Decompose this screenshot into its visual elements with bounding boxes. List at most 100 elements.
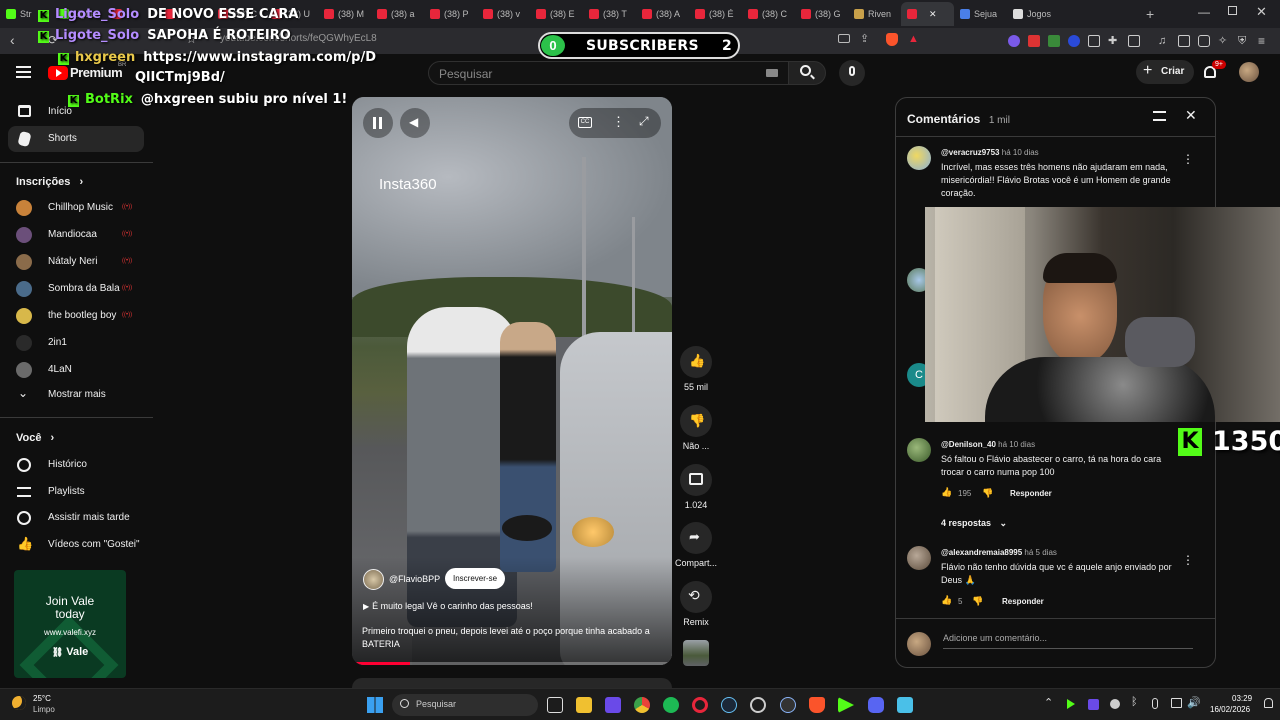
tab-close-icon[interactable]: ✕ — [929, 9, 937, 20]
minimize-button[interactable]: — — [1198, 5, 1210, 19]
wallet-icon[interactable] — [1198, 35, 1210, 47]
sidebar-item-subscription[interactable]: Sombra da Bala ((•)) — [8, 276, 144, 302]
tray-icon[interactable] — [1110, 699, 1120, 709]
sidebar-item-shorts[interactable]: Shorts — [8, 126, 144, 152]
app-icon[interactable] — [780, 697, 796, 713]
share-page-icon[interactable]: ⇪ — [860, 32, 869, 45]
browser-tab[interactable]: ✕ — [901, 2, 954, 26]
notifications-button[interactable]: 9+ — [1202, 60, 1226, 82]
comment-author[interactable]: @alexandremaia8995 há 5 dias — [941, 548, 1057, 557]
discord-icon[interactable] — [868, 697, 884, 713]
like-button[interactable]: 👍 — [680, 346, 712, 378]
sidebar-item-subscription[interactable]: 2in1 — [8, 330, 144, 356]
taskbar-search[interactable]: Pesquisar — [392, 694, 538, 716]
bluetooth-icon[interactable]: ᛒ — [1131, 696, 1138, 708]
comment-menu-icon[interactable]: ⋮ — [1182, 553, 1194, 567]
clock-date[interactable]: 16/02/2026 — [1210, 705, 1250, 714]
video-progress-track[interactable] — [352, 662, 672, 665]
sidebar-item-subscription[interactable]: 4LaN — [8, 357, 144, 383]
browser-tab[interactable]: (38) É — [689, 2, 742, 26]
chrome-icon[interactable] — [634, 697, 650, 713]
browser-tab[interactable]: (38) A — [636, 2, 689, 26]
puzzle-icon[interactable]: ✚ — [1108, 35, 1117, 47]
back-icon[interactable]: ‹ — [10, 32, 15, 48]
microphone-icon[interactable] — [1152, 698, 1158, 709]
search-input[interactable]: Pesquisar — [428, 61, 790, 85]
share-button[interactable]: ➦ — [680, 522, 712, 554]
screen-cast-icon[interactable] — [838, 34, 850, 43]
sort-icon[interactable] — [1153, 111, 1166, 121]
extension-icon[interactable] — [1088, 35, 1100, 47]
tray-icon[interactable] — [1088, 699, 1099, 710]
notification-bell-icon[interactable] — [1264, 698, 1273, 708]
fullscreen-icon[interactable]: ⤢ — [639, 114, 649, 129]
browser-tab[interactable]: Riven — [848, 2, 901, 26]
opera-icon[interactable] — [692, 697, 708, 713]
replies-toggle[interactable]: 4 respostas ⌄ — [941, 518, 1007, 529]
extension-icon[interactable] — [1008, 35, 1020, 47]
browser-tab[interactable]: (38) G — [795, 2, 848, 26]
sidebar-item-liked-videos[interactable]: 👍 Vídeos com "Gostei" — [8, 532, 144, 558]
comments-button[interactable] — [680, 464, 712, 496]
comment-author[interactable]: @Denilson_40 há 10 dias — [941, 440, 1035, 449]
sidebar-item-history[interactable]: Histórico — [8, 452, 144, 478]
sidebar-item-subscription[interactable]: Nátaly Neri ((•)) — [8, 249, 144, 275]
remix-button[interactable]: ⟲ — [680, 581, 712, 613]
brave-shield-icon[interactable] — [886, 33, 898, 46]
network-icon[interactable] — [1171, 698, 1182, 708]
channel-name[interactable]: @FlavioBPP — [389, 574, 440, 584]
menu-icon[interactable]: ≡ — [1258, 35, 1265, 47]
app-grid-icon[interactable] — [605, 697, 621, 713]
sidebar-item-subscription[interactable]: the bootleg boy ((•)) — [8, 303, 144, 329]
brave-icon[interactable] — [809, 697, 825, 713]
tray-icon[interactable] — [1067, 699, 1075, 709]
spotify-icon[interactable] — [663, 697, 679, 713]
browser-tab[interactable]: (38) v — [477, 2, 530, 26]
maximize-button[interactable] — [1228, 6, 1237, 15]
clock-time[interactable]: 03:29 — [1232, 694, 1252, 703]
show-more-button[interactable]: ⌄ Mostrar mais — [8, 382, 144, 408]
thumbs-down-icon[interactable]: 👎 — [982, 488, 993, 499]
thumbs-down-icon[interactable]: 👎 — [972, 596, 983, 607]
new-tab-button[interactable]: + — [1146, 6, 1154, 22]
vpn-icon[interactable]: ⛨ — [1238, 35, 1246, 47]
add-comment-input[interactable]: Adicione um comentário... — [943, 633, 1193, 649]
youtube-logo[interactable] — [48, 66, 68, 80]
captions-icon[interactable]: CC — [578, 117, 592, 128]
volume-button[interactable]: ◀ — [400, 108, 430, 138]
browser-tab[interactable]: Jogos — [1007, 2, 1060, 26]
account-avatar[interactable] — [1239, 62, 1259, 82]
close-icon[interactable]: ✕ — [1185, 107, 1197, 124]
windows-start-icon[interactable] — [367, 697, 383, 713]
subscriptions-heading[interactable]: Inscrições › — [16, 176, 83, 188]
reply-button[interactable]: Responder — [1002, 597, 1044, 606]
extension-icon[interactable] — [1028, 35, 1040, 47]
browser-tab[interactable]: (38) P — [424, 2, 477, 26]
comment-avatar[interactable] — [907, 546, 931, 570]
browser-tab[interactable]: (38) E — [530, 2, 583, 26]
file-explorer-icon[interactable] — [576, 697, 592, 713]
weather-temp[interactable]: 25°C — [33, 694, 51, 703]
leo-ai-icon[interactable]: ✧ — [1218, 35, 1227, 47]
sidebar-item-playlists[interactable]: Playlists — [8, 479, 144, 505]
sidebar-item-watch-later[interactable]: Assistir mais tarde — [8, 505, 144, 531]
voice-search-button[interactable] — [839, 60, 865, 86]
more-options-icon[interactable]: ⋮ — [612, 114, 625, 130]
weather-icon[interactable] — [12, 696, 26, 710]
comment-author[interactable]: @veracruz9753 há 10 dias — [941, 148, 1039, 157]
thumbs-up-icon[interactable]: 👍 — [941, 487, 952, 498]
notepad-icon[interactable] — [897, 697, 913, 713]
brave-rewards-icon[interactable]: ▲ — [908, 33, 919, 45]
hamburger-menu-icon[interactable] — [16, 66, 31, 78]
channel-avatar[interactable] — [363, 569, 384, 590]
browser-tab[interactable]: (38) M — [318, 2, 371, 26]
pause-button[interactable] — [363, 108, 393, 138]
subscribe-button[interactable]: Inscrever-se — [445, 568, 506, 589]
app-icon[interactable] — [750, 697, 766, 713]
create-button[interactable]: + Criar — [1136, 60, 1194, 84]
keyboard-icon[interactable] — [766, 69, 778, 77]
music-line[interactable]: ▶ É muito legal Vê o carinho das pessoas! — [363, 601, 533, 611]
shorts-video-player[interactable]: ◀ CC ⋮ ⤢ Insta360 @FlavioBPP Inscrever-s… — [352, 97, 672, 665]
volume-icon[interactable]: 🔊 — [1187, 696, 1201, 709]
music-icon[interactable]: ♫ — [1158, 35, 1166, 47]
